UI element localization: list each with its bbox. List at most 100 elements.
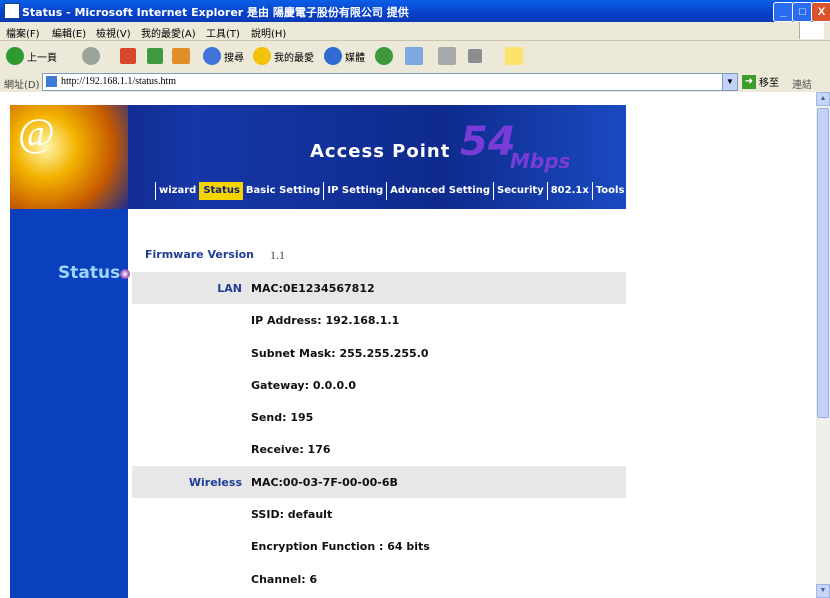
- address-dropdown-icon[interactable]: ▼: [722, 74, 737, 90]
- windows-logo-icon: [799, 22, 824, 39]
- address-label: 網址(D): [4, 80, 40, 91]
- row-value: Gateway: 0.0.0.0: [251, 379, 356, 392]
- home-icon: [172, 48, 190, 64]
- mail-icon: [405, 47, 423, 65]
- row-value: SSID: default: [251, 508, 333, 521]
- forward-button[interactable]: [82, 45, 103, 67]
- go-button[interactable]: ➜ 移至: [742, 74, 779, 89]
- banner-speed: 54: [460, 119, 516, 165]
- refresh-button[interactable]: [147, 45, 166, 67]
- edit-icon: [468, 49, 482, 63]
- firmware-value: 1.1: [270, 248, 285, 262]
- stop-icon: [120, 48, 136, 64]
- menu-file[interactable]: 檔案(F): [6, 25, 40, 40]
- nav-tools[interactable]: Tools: [591, 182, 626, 200]
- media-button[interactable]: 媒體: [324, 45, 365, 67]
- stop-button[interactable]: [120, 45, 139, 67]
- scroll-down-icon[interactable]: ▼: [816, 584, 830, 598]
- address-url[interactable]: http://192.168.1.1/status.htm: [61, 76, 176, 87]
- scroll-up-icon[interactable]: ▲: [816, 92, 830, 106]
- at-sign-icon: @: [18, 110, 55, 155]
- row-value: Receive: 176: [251, 443, 331, 456]
- nav-advanced-setting[interactable]: Advanced Setting: [386, 182, 493, 200]
- table-row: Subnet Mask: 255.255.255.0: [132, 337, 626, 369]
- nav-security[interactable]: Security: [493, 182, 547, 200]
- search-label: 搜尋: [224, 52, 244, 64]
- menu-help[interactable]: 說明(H): [251, 25, 286, 40]
- favorites-button[interactable]: 我的最愛: [253, 45, 314, 67]
- printer-icon: [438, 47, 456, 65]
- top-nav: wizard Status Basic Setting IP Setting A…: [155, 182, 626, 200]
- table-row: Receive: 176: [132, 433, 626, 465]
- menu-favorites[interactable]: 我的最愛(A): [141, 25, 196, 40]
- table-row: IP Address: 192.168.1.1: [132, 304, 626, 336]
- nav-wizard[interactable]: wizard: [155, 182, 199, 200]
- mail-button[interactable]: [405, 45, 426, 67]
- at-logo: @: [10, 105, 128, 209]
- favorites-label: 我的最愛: [274, 52, 314, 64]
- scroll-thumb[interactable]: [817, 108, 829, 418]
- menu-tools[interactable]: 工具(T): [206, 25, 240, 40]
- menu-bar: 檔案(F) 編輯(E) 檢視(V) 我的最愛(A) 工具(T) 說明(H): [0, 22, 830, 41]
- address-input[interactable]: http://192.168.1.1/status.htm ▼: [42, 73, 738, 91]
- row-value: Subnet Mask: 255.255.255.0: [251, 347, 429, 360]
- search-icon: [203, 47, 221, 65]
- minimize-button[interactable]: _: [773, 2, 794, 22]
- print-button[interactable]: [438, 45, 459, 67]
- edit-button[interactable]: [468, 45, 485, 67]
- maximize-button[interactable]: □: [792, 2, 813, 22]
- menu-edit[interactable]: 編輯(E): [52, 25, 86, 40]
- table-row: Channel: 6: [132, 563, 626, 595]
- address-bar: 網址(D) http://192.168.1.1/status.htm ▼ ➜ …: [0, 72, 830, 93]
- back-button[interactable]: 上一頁: [6, 45, 57, 67]
- row-value: MAC:00-03-7F-00-00-6B: [251, 476, 398, 489]
- table-row: Wireless MAC:00-03-7F-00-00-6B: [132, 466, 626, 498]
- media-icon: [324, 47, 342, 65]
- row-value: IP Address: 192.168.1.1: [251, 314, 400, 327]
- search-button[interactable]: 搜尋: [203, 45, 244, 67]
- nav-802-1x[interactable]: 802.1x: [546, 182, 592, 200]
- row-value: Encryption Function : 64 bits: [251, 540, 430, 553]
- forward-arrow-icon: [82, 47, 100, 65]
- star-icon: [253, 47, 271, 65]
- sidebar-title: Status: [58, 263, 121, 283]
- back-arrow-icon: [6, 47, 24, 65]
- links-label[interactable]: 連結: [792, 76, 812, 91]
- messenger-button[interactable]: [505, 45, 526, 67]
- sidebar: Status: [10, 209, 130, 598]
- banner: @ Access Point 54 Mbps wizard Status Bas…: [10, 105, 626, 209]
- vertical-scrollbar[interactable]: ▲ ▼: [816, 92, 830, 598]
- menu-view[interactable]: 檢視(V): [96, 25, 131, 40]
- page-viewport: @ Access Point 54 Mbps wizard Status Bas…: [0, 92, 816, 598]
- home-button[interactable]: [172, 45, 193, 67]
- ie-page-icon: [4, 3, 20, 19]
- row-value: MAC:0E1234567812: [251, 282, 375, 295]
- window-title: Status - Microsoft Internet Explorer 是由 …: [22, 6, 409, 19]
- row-key: LAN: [217, 282, 242, 295]
- nav-ip-setting[interactable]: IP Setting: [323, 182, 386, 200]
- title-bar: Status - Microsoft Internet Explorer 是由 …: [0, 0, 830, 22]
- table-row: Send: 195: [132, 401, 626, 433]
- banner-brand: Access Point: [310, 141, 451, 162]
- media-label: 媒體: [345, 52, 365, 64]
- banner-speed-unit: Mbps: [510, 149, 571, 173]
- table-row: SSID: default: [132, 498, 626, 530]
- close-button[interactable]: X: [811, 2, 830, 22]
- toolbar: 上一頁 搜尋 我的最愛 媒體: [0, 41, 830, 73]
- go-label: 移至: [759, 78, 779, 89]
- nav-basic-setting[interactable]: Basic Setting: [243, 182, 323, 200]
- table-row: LAN MAC:0E1234567812: [132, 272, 626, 304]
- table-row: Encryption Function : 64 bits: [132, 530, 626, 562]
- table-row: Gateway: 0.0.0.0: [132, 369, 626, 401]
- history-icon: [375, 47, 393, 65]
- history-button[interactable]: [375, 45, 396, 67]
- firmware-label: Firmware Version: [145, 248, 254, 261]
- nav-status[interactable]: Status: [199, 182, 243, 200]
- row-key: Wireless: [188, 476, 242, 489]
- page-icon: [46, 76, 57, 87]
- bullet-icon: [120, 269, 130, 279]
- row-value: Channel: 6: [251, 573, 318, 586]
- go-arrow-icon: ➜: [742, 74, 756, 89]
- note-icon: [505, 47, 523, 65]
- back-label: 上一頁: [27, 52, 57, 64]
